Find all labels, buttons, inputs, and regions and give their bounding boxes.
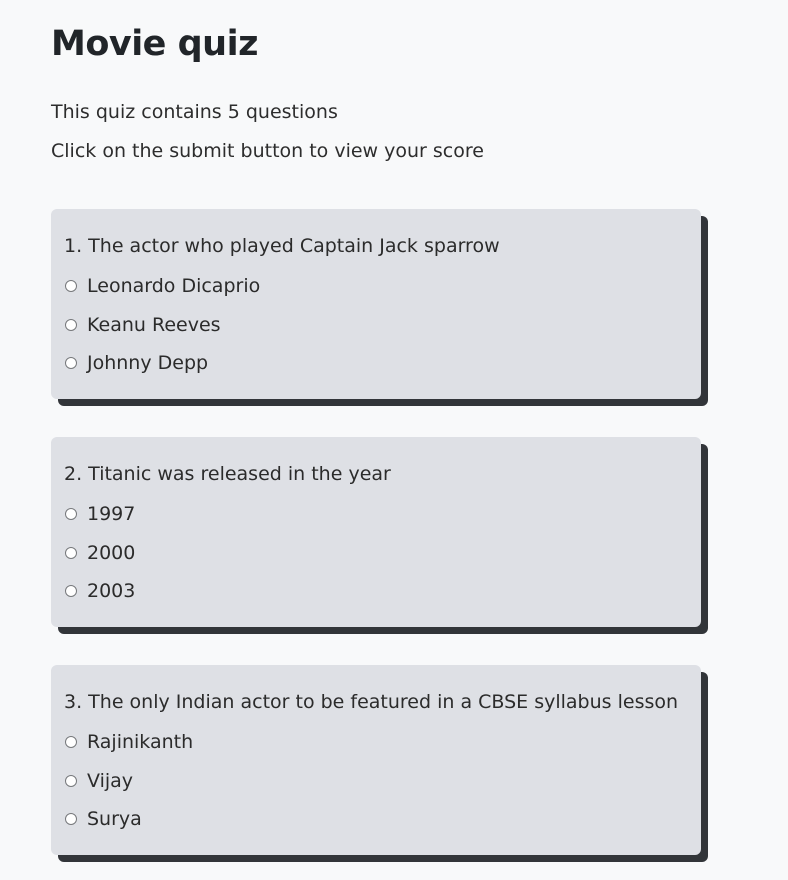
radio-button[interactable] xyxy=(65,813,77,825)
radio-button[interactable] xyxy=(65,736,77,748)
radio-button[interactable] xyxy=(65,585,77,597)
intro-question-count: This quiz contains 5 questions xyxy=(51,101,338,123)
radio-button[interactable] xyxy=(65,280,77,292)
answer-option-label: Surya xyxy=(87,808,142,830)
answer-option[interactable]: 2000 xyxy=(64,540,135,566)
question-card-1: 1. The actor who played Captain Jack spa… xyxy=(51,209,701,399)
quiz-page: Movie quiz This quiz contains 5 question… xyxy=(0,0,788,880)
question-text: 2. Titanic was released in the year xyxy=(64,463,391,485)
answer-option[interactable]: 2003 xyxy=(64,578,135,604)
answer-option-label: Keanu Reeves xyxy=(87,314,221,336)
question-card-3: 3. The only Indian actor to be featured … xyxy=(51,665,701,855)
radio-button[interactable] xyxy=(65,357,77,369)
answer-option-label: Rajinikanth xyxy=(87,731,194,753)
question-text: 1. The actor who played Captain Jack spa… xyxy=(64,235,500,257)
radio-button[interactable] xyxy=(65,775,77,787)
question-card-2: 2. Titanic was released in the year 1997… xyxy=(51,437,701,627)
answer-option[interactable]: Keanu Reeves xyxy=(64,312,221,338)
intro-instructions: Click on the submit button to view your … xyxy=(51,140,484,162)
answer-option-label: Johnny Depp xyxy=(87,352,209,374)
question-text: 3. The only Indian actor to be featured … xyxy=(64,691,679,713)
answer-option-label: 2003 xyxy=(87,580,136,602)
answer-option[interactable]: 1997 xyxy=(64,501,135,527)
answer-option[interactable]: Vijay xyxy=(64,768,133,794)
radio-button[interactable] xyxy=(65,547,77,559)
answer-option-label: 1997 xyxy=(87,503,136,525)
answer-option-label: 2000 xyxy=(87,542,136,564)
answer-option-label: Vijay xyxy=(87,770,134,792)
page-title: Movie quiz xyxy=(51,24,258,64)
answer-option[interactable]: Rajinikanth xyxy=(64,729,193,755)
answer-option[interactable]: Johnny Depp xyxy=(64,350,208,376)
answer-option[interactable]: Surya xyxy=(64,806,142,832)
radio-button[interactable] xyxy=(65,508,77,520)
radio-button[interactable] xyxy=(65,319,77,331)
answer-option[interactable]: Leonardo Dicaprio xyxy=(64,273,260,299)
answer-option-label: Leonardo Dicaprio xyxy=(87,275,261,297)
